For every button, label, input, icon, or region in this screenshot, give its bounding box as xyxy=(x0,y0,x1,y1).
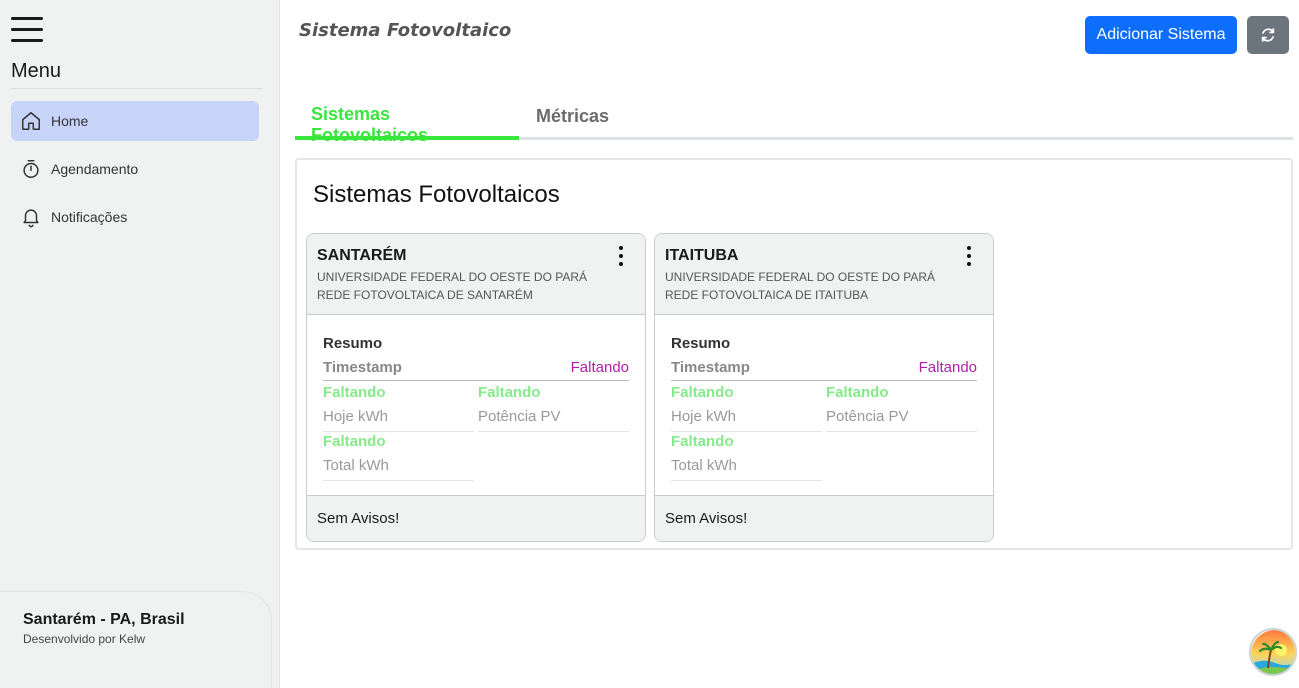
timestamp-label: Timestamp xyxy=(671,359,750,376)
stat-label: Total kWh xyxy=(671,457,822,481)
card-network: REDE FOTOVOLTAICA DE SANTARÉM xyxy=(317,288,533,302)
card-footer: Sem Avisos! xyxy=(655,495,993,541)
panel-title: Sistemas Fotovoltaicos xyxy=(313,181,560,208)
warnings-text: Sem Avisos! xyxy=(317,510,400,527)
beach-logo-icon xyxy=(1251,630,1295,674)
timestamp-label: Timestamp xyxy=(323,359,402,376)
card-header: SANTARÉM UNIVERSIDADE FEDERAL DO OESTE D… xyxy=(307,234,645,315)
bell-icon xyxy=(23,209,39,228)
page-title: Sistema Fotovoltaico xyxy=(299,20,512,41)
warnings-text: Sem Avisos! xyxy=(665,510,748,527)
stopwatch-icon xyxy=(23,160,39,178)
stat-today: Faltando Hoje kWh xyxy=(323,384,474,432)
stat-total: Faltando Total kWh xyxy=(323,433,474,481)
card-institution: UNIVERSIDADE FEDERAL DO OESTE DO PARÁ xyxy=(317,270,588,284)
card-title: SANTARÉM xyxy=(317,247,407,264)
stat-label: Total kWh xyxy=(323,457,474,481)
sidebar-item-notificacoes[interactable]: Notificações xyxy=(11,197,259,237)
more-options-icon[interactable] xyxy=(611,244,631,268)
assistant-avatar-icon[interactable] xyxy=(1249,628,1297,676)
add-system-button[interactable]: Adicionar Sistema xyxy=(1085,16,1237,54)
sidebar-item-label: Notificações xyxy=(51,209,128,225)
stat-value: Faltando xyxy=(826,384,889,401)
card-network: REDE FOTOVOLTAICA DE ITAITUBA xyxy=(665,288,869,302)
sidebar-item-label: Home xyxy=(51,113,89,129)
stat-label: Hoje kWh xyxy=(671,408,822,432)
stat-value: Faltando xyxy=(323,433,386,450)
refresh-icon xyxy=(1261,28,1275,42)
card-institution: UNIVERSIDADE FEDERAL DO OESTE DO PARÁ xyxy=(665,270,936,284)
sidebar-item-label: Agendamento xyxy=(51,161,139,177)
systems-panel: Sistemas Fotovoltaicos SANTARÉM UNIVERSI… xyxy=(295,158,1293,550)
stat-value: Faltando xyxy=(478,384,541,401)
menu-title: Menu xyxy=(11,60,62,82)
footer-location: Santarém - PA, Brasil xyxy=(23,611,185,628)
timestamp-value: Faltando xyxy=(570,359,629,376)
tab-metricas[interactable]: Métricas xyxy=(520,98,625,142)
hamburger-menu-icon[interactable] xyxy=(11,17,43,45)
stat-value: Faltando xyxy=(671,433,734,450)
home-icon xyxy=(22,112,40,130)
stat-value: Faltando xyxy=(671,384,734,401)
card-header: ITAITUBA UNIVERSIDADE FEDERAL DO OESTE D… xyxy=(655,234,993,315)
tab-sistemas-fotovoltaicos[interactable]: Sistemas Fotovoltaicos xyxy=(295,96,519,145)
divider xyxy=(323,380,629,381)
more-options-icon[interactable] xyxy=(959,244,979,268)
card-title: ITAITUBA xyxy=(665,247,739,264)
system-card-itaituba: ITAITUBA UNIVERSIDADE FEDERAL DO OESTE D… xyxy=(654,233,994,542)
stat-power: Faltando Potência PV xyxy=(478,384,629,432)
stat-label: Potência PV xyxy=(826,408,977,432)
menu-divider xyxy=(11,88,263,89)
stat-power: Faltando Potência PV xyxy=(826,384,977,432)
stat-total: Faltando Total kWh xyxy=(671,433,822,481)
sidebar-item-agendamento[interactable]: Agendamento xyxy=(11,149,259,189)
summary-label: Resumo xyxy=(671,335,731,352)
refresh-button[interactable] xyxy=(1247,16,1289,54)
timestamp-value: Faltando xyxy=(918,359,977,376)
tab-bar: Sistemas Fotovoltaicos Métricas xyxy=(295,96,1293,145)
sidebar-footer: Santarém - PA, Brasil Desenvolvido por K… xyxy=(0,591,272,688)
card-footer: Sem Avisos! xyxy=(307,495,645,541)
stat-label: Hoje kWh xyxy=(323,408,474,432)
system-card-santarem: SANTARÉM UNIVERSIDADE FEDERAL DO OESTE D… xyxy=(306,233,646,542)
footer-developer: Desenvolvido por Kelw xyxy=(23,632,146,646)
summary-label: Resumo xyxy=(323,335,383,352)
stat-value: Faltando xyxy=(323,384,386,401)
sidebar: Menu Home Agendamento Notificações Santa… xyxy=(0,0,280,688)
divider xyxy=(671,380,977,381)
stat-today: Faltando Hoje kWh xyxy=(671,384,822,432)
sidebar-item-home[interactable]: Home xyxy=(11,101,259,141)
stat-label: Potência PV xyxy=(478,408,629,432)
